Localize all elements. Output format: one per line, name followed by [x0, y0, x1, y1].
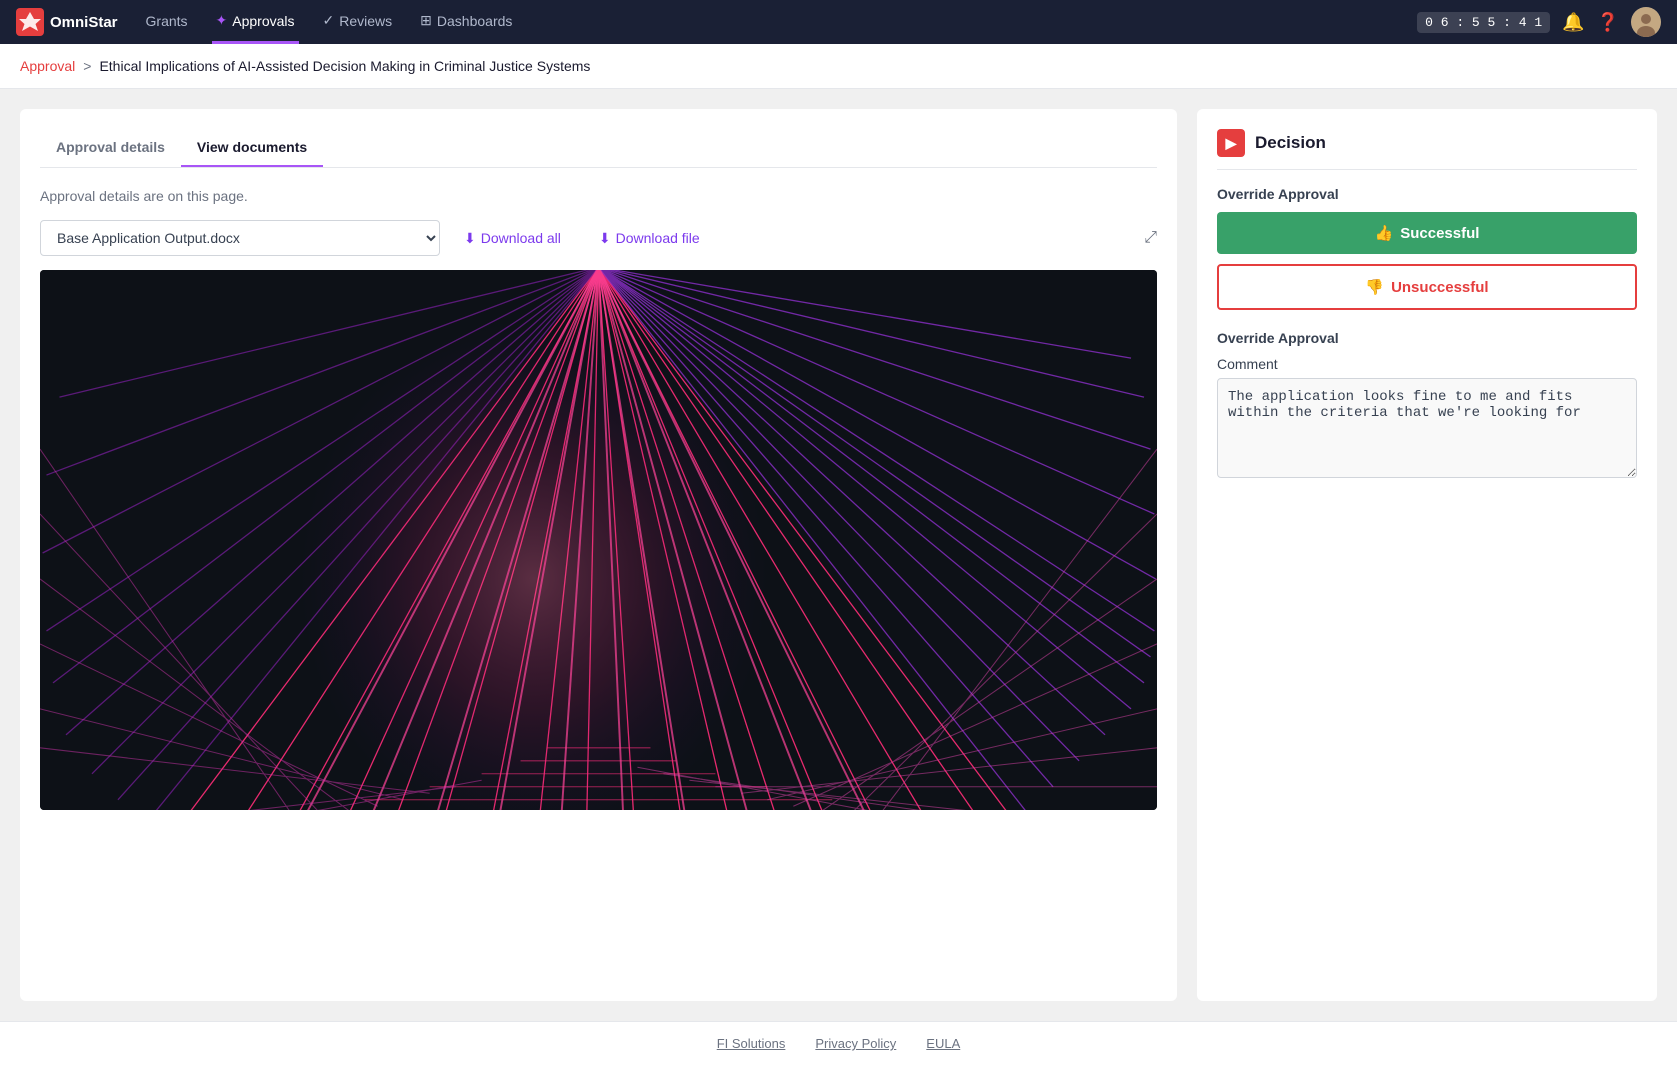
nav-items: Grants ✦ Approvals ✓ Reviews ⊞ Dashboard… [142, 0, 1394, 44]
breadcrumb-link[interactable]: Approval [20, 58, 75, 74]
download-file-button[interactable]: ⬇ Download file [585, 222, 714, 255]
override-approval-label-2: Override Approval [1217, 330, 1637, 346]
footer-privacy-policy[interactable]: Privacy Policy [815, 1036, 896, 1051]
omnistar-logo-icon [16, 8, 44, 36]
successful-button[interactable]: 👍 Successful [1217, 212, 1637, 254]
nav-item-grants[interactable]: Grants [142, 0, 192, 44]
session-timer: 0 6 : 5 5 : 4 1 [1417, 12, 1550, 33]
nav-item-reviews[interactable]: ✓ Reviews [319, 0, 397, 44]
document-controls: Base Application Output.docx ⬇ Download … [40, 220, 1157, 256]
decision-header: ▶ Decision [1217, 129, 1637, 170]
download-all-icon: ⬇ [464, 230, 476, 247]
user-avatar[interactable] [1631, 7, 1661, 37]
navbar: OmniStar Grants ✦ Approvals ✓ Reviews ⊞ … [0, 0, 1677, 44]
download-file-icon: ⬇ [599, 230, 611, 247]
tabs: Approval details View documents [40, 129, 1157, 168]
footer-eula[interactable]: EULA [926, 1036, 960, 1051]
main-content: Approval details View documents Approval… [0, 89, 1677, 1021]
breadcrumb: Approval > Ethical Implications of AI-As… [0, 44, 1677, 89]
help-button[interactable]: ❓ [1597, 12, 1619, 33]
brand-name: OmniStar [50, 14, 118, 31]
tab-approval-details[interactable]: Approval details [40, 129, 181, 167]
preview-image [40, 270, 1157, 810]
download-all-button[interactable]: ⬇ Download all [450, 222, 575, 255]
left-panel: Approval details View documents Approval… [20, 109, 1177, 1001]
document-preview [40, 270, 1157, 810]
unsuccessful-button[interactable]: 👎 Unsuccessful [1217, 264, 1637, 310]
comment-textarea[interactable]: The application looks fine to me and fit… [1217, 378, 1637, 478]
right-panel: ▶ Decision Override Approval 👍 Successfu… [1197, 109, 1657, 1001]
nav-right: 0 6 : 5 5 : 4 1 🔔 ❓ [1417, 7, 1661, 37]
footer: FI Solutions Privacy Policy EULA [0, 1021, 1677, 1065]
nav-item-dashboards[interactable]: ⊞ Dashboards [416, 0, 516, 44]
decision-arrow-icon: ▶ [1217, 129, 1245, 157]
override-approval-label: Override Approval [1217, 186, 1637, 202]
thumbs-down-icon: 👎 [1365, 278, 1384, 296]
breadcrumb-current: Ethical Implications of AI-Assisted Deci… [99, 58, 590, 74]
tab-description: Approval details are on this page. [40, 188, 1157, 204]
nav-item-approvals[interactable]: ✦ Approvals [212, 0, 299, 44]
document-select[interactable]: Base Application Output.docx [40, 220, 440, 256]
thumbs-up-icon: 👍 [1375, 224, 1394, 242]
expand-button[interactable]: ⤢ [1144, 229, 1157, 247]
footer-fi-solutions[interactable]: FI Solutions [717, 1036, 786, 1051]
notifications-button[interactable]: 🔔 [1562, 12, 1584, 33]
avatar-image [1631, 7, 1661, 37]
decision-title: Decision [1255, 133, 1326, 153]
brand: OmniStar [16, 8, 118, 36]
breadcrumb-separator: > [83, 58, 91, 74]
comment-label: Comment [1217, 356, 1637, 372]
tab-view-documents[interactable]: View documents [181, 129, 323, 167]
